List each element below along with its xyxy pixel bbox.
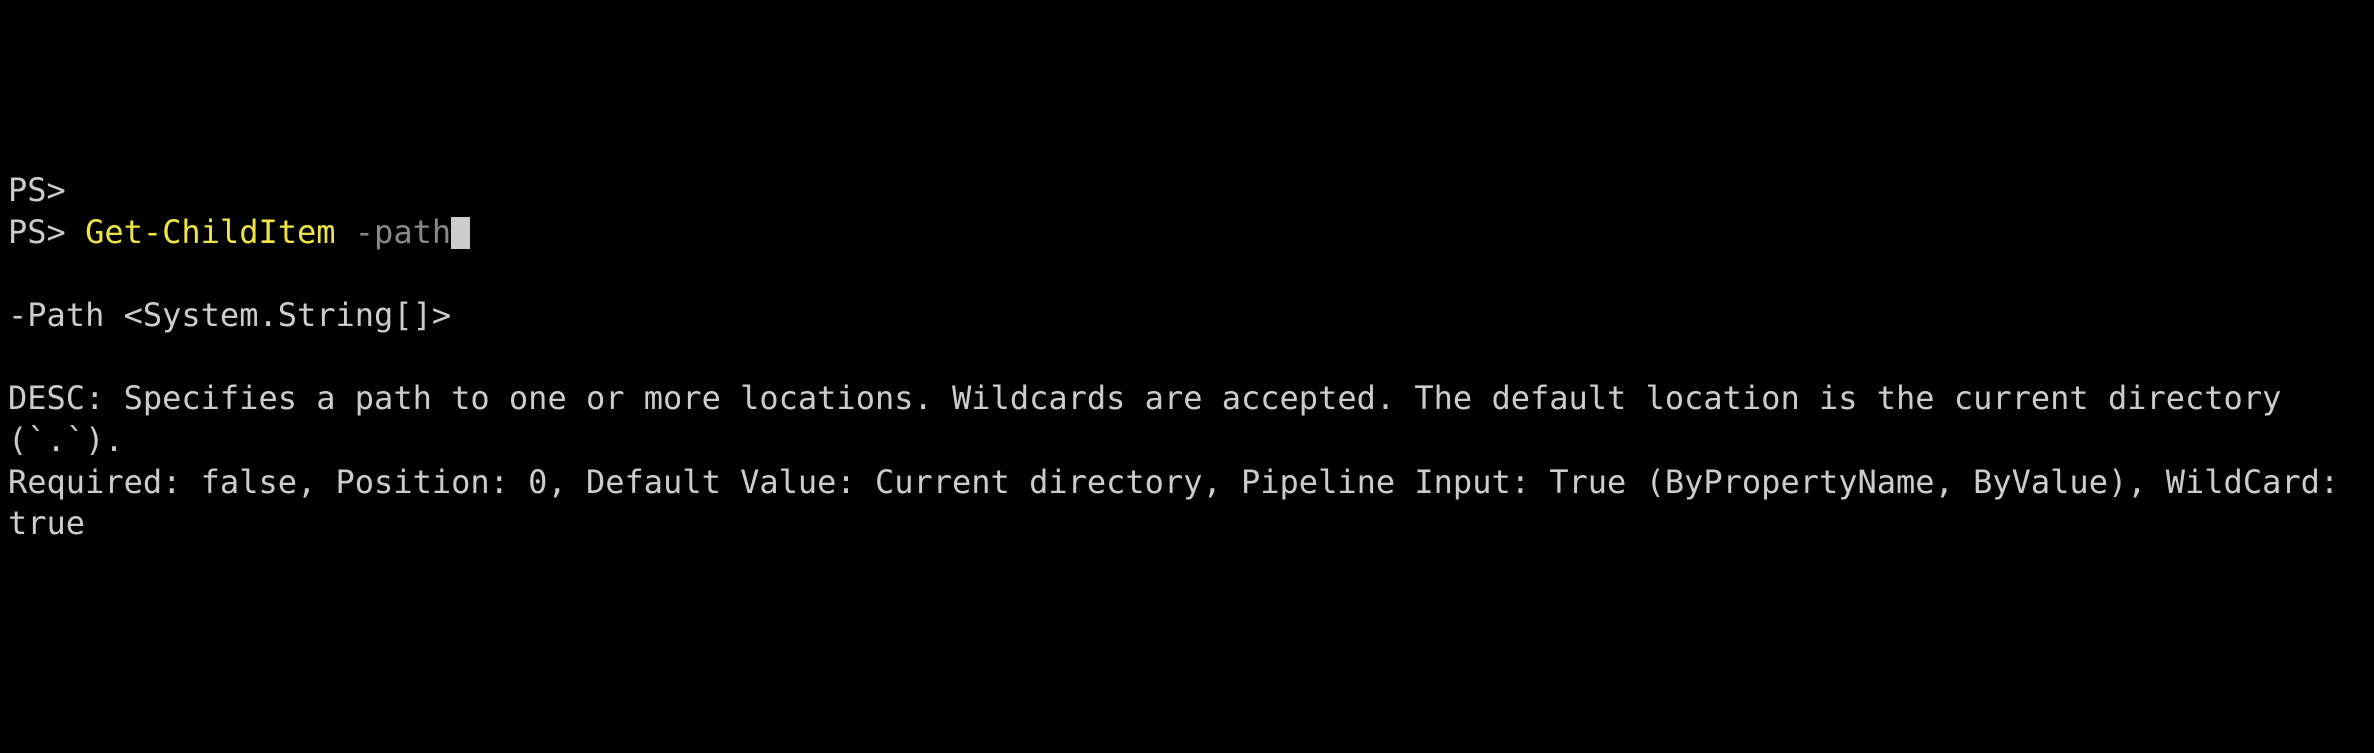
empty-line: [8, 337, 2366, 379]
empty-line: [8, 254, 2366, 296]
cmdlet-name: Get-ChildItem: [85, 213, 335, 251]
desc-text: Specifies a path to one or more location…: [8, 379, 2301, 459]
terminal-output[interactable]: PS>PS> Get-ChildItem -path-Path <System.…: [8, 170, 2366, 544]
desc-label: DESC:: [8, 379, 124, 417]
space: [336, 213, 355, 251]
parameter-name: -path: [355, 213, 451, 251]
help-description: DESC: Specifies a path to one or more lo…: [8, 378, 2366, 461]
ps-prompt: PS>: [8, 171, 66, 209]
prompt-line-1: PS>: [8, 170, 2366, 212]
cursor: [451, 217, 470, 249]
prompt-line-2: PS> Get-ChildItem -path: [8, 212, 2366, 254]
help-signature: -Path <System.String[]>: [8, 295, 2366, 337]
ps-prompt: PS>: [8, 213, 85, 251]
help-metadata: Required: false, Position: 0, Default Va…: [8, 462, 2366, 545]
